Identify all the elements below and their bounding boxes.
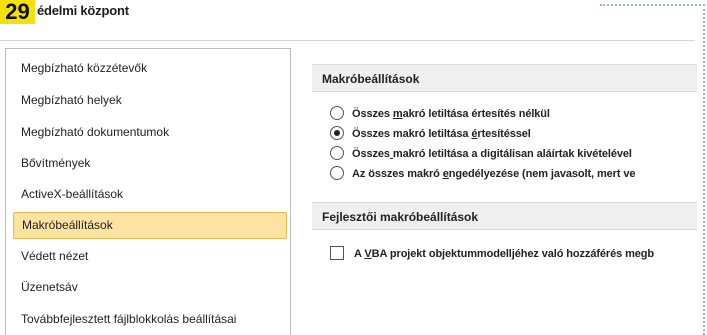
vba-access-option[interactable]: A VBA projekt objektummodelljéhez való h… [330, 244, 700, 264]
radio-button[interactable] [330, 106, 344, 121]
trust-center-window: 29 édelmi központ Megbízható közzétevők … [0, 0, 707, 335]
window-title: édelmi központ [37, 3, 129, 18]
dotted-border-right [703, 4, 705, 335]
sidebar-item-message-bar[interactable]: Üzenetsáv [13, 274, 287, 301]
macro-settings-header: Makróbeállítások [312, 64, 697, 92]
radio-label: Összes makró letiltása értesítéssel [352, 128, 531, 140]
sidebar-item-add-ins[interactable]: Bővítmények [13, 150, 287, 177]
sidebar-item-trusted-documents[interactable]: Megbízható dokumentumok [13, 119, 287, 146]
radio-option-disable-with-notification[interactable]: Összes makró letiltása értesítéssel [330, 124, 700, 144]
radio-label: Összes makró letiltása értesítés nélkül [352, 108, 550, 120]
radio-label: Összes makró letiltása a digitálisan alá… [352, 148, 632, 160]
radio-option-disable-without-notification[interactable]: Összes makró letiltása értesítés nélkül [330, 104, 700, 124]
checkbox[interactable] [330, 246, 344, 261]
radio-label: Az összes makró engedélyezése (nem javas… [352, 168, 636, 180]
dotted-border-top [600, 4, 705, 6]
radio-option-disable-except-signed[interactable]: Összes makró letiltása a digitálisan alá… [330, 144, 700, 164]
radio-button-selected[interactable] [330, 126, 344, 141]
radio-option-enable-all[interactable]: Az összes makró engedélyezése (nem javas… [330, 164, 700, 184]
developer-settings-header: Fejlesztői makróbeállítások [312, 202, 697, 230]
radio-button[interactable] [330, 146, 344, 161]
sidebar-item-activex-settings[interactable]: ActiveX-beállítások [13, 181, 287, 208]
step-badge: 29 [0, 0, 35, 24]
settings-panel: Makróbeállítások Összes makró letiltása … [298, 48, 697, 335]
sidebar-item-macro-settings[interactable]: Makróbeállítások [13, 212, 287, 239]
sidebar-item-trusted-locations[interactable]: Megbízható helyek [13, 87, 287, 114]
sidebar-item-trusted-publishers[interactable]: Megbízható közzétevők [13, 55, 287, 82]
title-bar: 29 édelmi központ [0, 0, 695, 41]
sidebar-item-file-block-settings[interactable]: Továbbfejlesztett fájlblokkolás beállítá… [13, 306, 287, 333]
radio-button[interactable] [330, 166, 344, 181]
sidebar: Megbízható közzétevők Megbízható helyek … [5, 48, 291, 335]
sidebar-item-protected-view[interactable]: Védett nézet [13, 243, 287, 270]
checkbox-label: A VBA projekt objektummodelljéhez való h… [354, 248, 655, 260]
